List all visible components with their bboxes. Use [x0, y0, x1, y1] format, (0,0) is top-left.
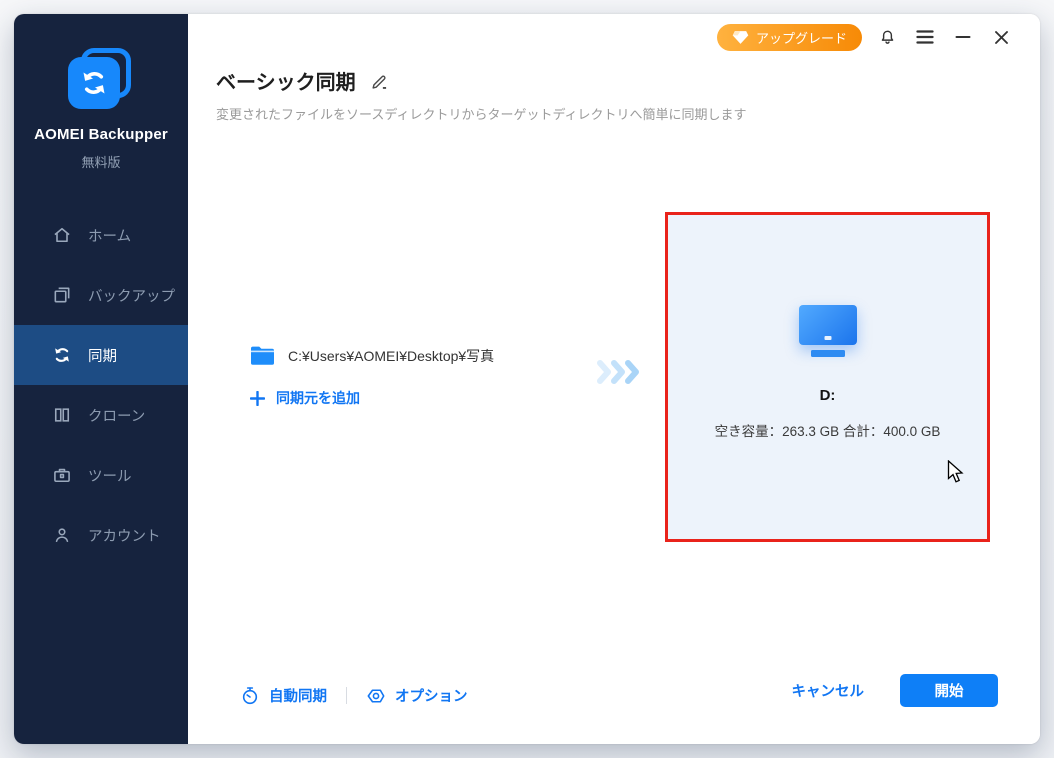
tools-icon — [54, 468, 70, 483]
start-button[interactable]: 開始 — [900, 674, 998, 707]
folder-icon — [251, 346, 274, 365]
auto-sync-button[interactable]: 自動同期 — [240, 685, 327, 706]
close-button[interactable] — [982, 22, 1020, 52]
options-button[interactable]: オプション — [366, 685, 468, 706]
sidebar-nav: ホーム バックアップ 同期 クローン ツール アカウント — [14, 205, 188, 565]
page-title: ベーシック同期 — [216, 72, 356, 94]
sync-direction-chevrons-icon — [597, 360, 639, 384]
home-icon — [54, 227, 70, 243]
options-label: オプション — [395, 689, 468, 705]
sidebar-item-label: ホーム — [88, 228, 132, 245]
app-edition: 無料版 — [81, 155, 121, 170]
main-panel: アップグレード ベーシック同期 変更されたファイルをソースディレクトリからターゲ… — [188, 14, 1040, 744]
footer-left-actions: 自動同期 オプション — [240, 685, 468, 706]
sidebar-item-sync[interactable]: 同期 — [14, 325, 188, 385]
plus-icon — [250, 390, 265, 406]
sidebar-item-label: ツール — [88, 468, 132, 485]
add-source-label: 同期元を追加 — [276, 390, 360, 406]
notifications-button[interactable] — [868, 22, 906, 52]
close-icon — [994, 30, 1008, 44]
target-drive-capacity: 空き容量：263.3 GB 合計：400.0 GB — [714, 424, 941, 439]
app-logo — [68, 48, 134, 112]
account-icon — [55, 528, 69, 543]
titlebar-controls: アップグレード — [716, 22, 1020, 52]
hamburger-menu-icon — [916, 30, 934, 44]
cancel-button[interactable]: キャンセル — [792, 680, 865, 701]
sidebar-item-backup[interactable]: バックアップ — [14, 265, 188, 325]
auto-sync-label: 自動同期 — [269, 689, 327, 705]
sidebar-item-label: アカウント — [88, 528, 161, 545]
app-name: AOMEI Backupper — [34, 126, 168, 143]
page-subtitle: 変更されたファイルをソースディレクトリからターゲットディレクトリへ簡単に同期しま… — [216, 107, 747, 122]
sync-source-item[interactable]: C:¥Users¥AOMEI¥Desktop¥写真 — [250, 345, 494, 366]
target-drive-label: D: — [819, 387, 836, 404]
add-source-button[interactable]: 同期元を追加 — [250, 388, 360, 408]
stopwatch-icon — [242, 686, 258, 704]
monitor-stand — [810, 350, 845, 357]
page-header: ベーシック同期 — [216, 66, 388, 95]
menu-button[interactable] — [906, 22, 944, 52]
sidebar-item-label: バックアップ — [88, 288, 175, 305]
backup-icon — [54, 287, 70, 303]
sync-target-selector[interactable]: D: 空き容量：263.3 GB 合計：400.0 GB — [665, 212, 990, 542]
mouse-cursor — [947, 460, 964, 483]
bell-icon — [881, 30, 893, 44]
sidebar-item-account[interactable]: アカウント — [14, 505, 188, 565]
drive-monitor-icon — [798, 305, 857, 357]
edit-task-name-button[interactable] — [369, 71, 388, 90]
minimize-button[interactable] — [944, 22, 982, 52]
minimize-icon — [955, 36, 971, 38]
footer-divider — [346, 687, 347, 704]
sidebar-item-tools[interactable]: ツール — [14, 445, 188, 505]
footer-right-actions: キャンセル 開始 — [792, 674, 998, 707]
monitor-screen — [798, 305, 857, 345]
source-path: C:¥Users¥AOMEI¥Desktop¥写真 — [288, 347, 495, 364]
gear-icon — [367, 688, 385, 703]
upgrade-label: アップグレード — [755, 30, 847, 46]
pencil-icon — [372, 75, 386, 89]
diamond-icon — [732, 30, 749, 44]
upgrade-button[interactable]: アップグレード — [716, 23, 862, 51]
sidebar: AOMEI Backupper 無料版 ホーム バックアップ 同期 クローン ツ… — [14, 14, 188, 744]
logo-sync-icon — [68, 57, 120, 109]
clone-icon — [54, 408, 70, 422]
monitor-dot — [824, 336, 831, 340]
sidebar-item-clone[interactable]: クローン — [14, 385, 188, 445]
app-window: AOMEI Backupper 無料版 ホーム バックアップ 同期 クローン ツ… — [14, 14, 1040, 744]
sidebar-item-label: 同期 — [88, 348, 117, 365]
sidebar-item-label: クローン — [88, 408, 146, 425]
sidebar-item-home[interactable]: ホーム — [14, 205, 188, 265]
sync-icon — [55, 348, 69, 362]
